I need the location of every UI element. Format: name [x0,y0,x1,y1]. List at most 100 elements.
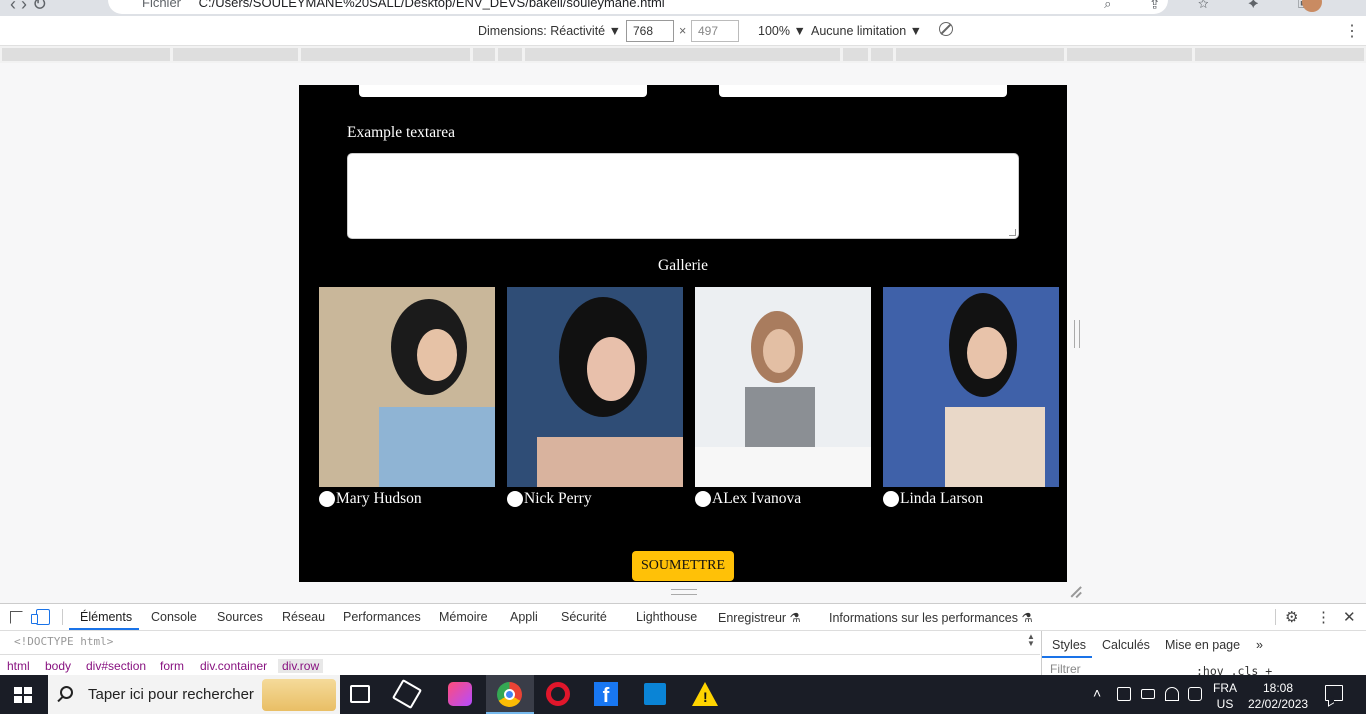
tab-recorder[interactable]: Enregistreur ⚗ [718,610,801,625]
breadcrumb-item[interactable]: div#section [86,659,146,673]
divider [62,609,63,625]
active-tab-indicator [1042,656,1092,658]
task-view-icon[interactable] [350,685,370,703]
tab-application[interactable]: Appli [510,610,538,624]
ruler-segment[interactable] [871,48,893,61]
settings-gear-icon[interactable]: ⚙ [1285,608,1298,626]
breadcrumb-item-current[interactable]: div.row [278,659,324,673]
clock-date: 22/02/2023 [1248,697,1309,711]
zoom-select[interactable]: 100% ▼ [758,24,806,38]
times-sign: × [679,24,687,38]
search-icon [60,686,73,699]
tab-computed[interactable]: Calculés [1102,638,1150,652]
lang-code: FRA [1213,681,1237,695]
more-options-icon[interactable]: ⋮ [1316,608,1331,626]
breadcrumb-item[interactable]: form [160,659,184,673]
gallery-radio[interactable] [883,491,899,507]
media-query-ruler[interactable] [0,46,1366,63]
gallery-title: Gallerie [658,257,708,274]
example-textarea[interactable] [347,153,1019,239]
input-language[interactable]: FRA US [1213,680,1237,712]
store-icon[interactable] [644,683,666,705]
ruler-segment[interactable] [896,48,1064,61]
gallery-card[interactable]: ALex Ivanova [695,287,871,511]
resize-handle-bottom[interactable] [671,589,697,595]
battery-icon[interactable] [1141,689,1155,699]
dimensions-select[interactable]: Dimensions: Réactivité ▼ [478,24,621,38]
breadcrumb-item[interactable]: div.container [200,659,267,673]
tab-console[interactable]: Console [151,610,197,624]
app-icon[interactable] [448,682,472,706]
facebook-icon[interactable]: f [594,682,618,707]
gallery-photo [507,287,683,487]
gallery-card[interactable]: Mary Hudson [319,287,495,511]
resize-handle-corner[interactable] [1070,586,1082,598]
ruler-segment[interactable] [1195,48,1364,61]
device-toolbar-icon[interactable] [31,609,50,625]
tab-styles[interactable]: Styles [1052,638,1086,652]
browser-toolbar: ‹ › ↻ Fichier C:/Users/SOULEYMANE%20SALL… [0,0,1366,16]
throttle-select[interactable]: Aucune limitation ▼ [811,24,922,38]
styles-filter-input[interactable]: Filtrer [1042,662,1186,676]
form-input[interactable] [359,85,647,97]
more-tabs-icon[interactable]: » [1256,638,1263,652]
scroll-arrows-icon[interactable]: ▲ ▼ [1027,633,1035,648]
clock[interactable]: 18:08 22/02/2023 [1248,680,1308,712]
gallery-photo [883,287,1059,487]
gallery-name: ALex Ivanova [712,490,802,507]
search-highlight-image [262,679,336,711]
show-hidden-icons-icon[interactable]: ˄ [1093,685,1101,701]
resize-handle-right[interactable] [1074,320,1080,348]
tab-layout[interactable]: Mise en page [1165,638,1240,652]
submit-button[interactable]: SOUMETTRE [632,551,734,581]
tab-sources[interactable]: Sources [217,610,263,624]
url-text[interactable]: Fichier C:/Users/SOULEYMANE%20SALL/Deskt… [142,0,665,10]
gallery-radio[interactable] [319,491,335,507]
gallery-card[interactable]: Linda Larson [883,287,1059,511]
ruler-segment[interactable] [301,48,470,61]
tab-performance[interactable]: Performances [343,610,421,624]
close-icon[interactable]: ✕ [1343,608,1356,626]
tab-elements[interactable]: Éléments [80,610,132,624]
chrome-icon[interactable] [497,682,522,707]
gallery-radio[interactable] [507,491,523,507]
ruler-segment[interactable] [843,48,868,61]
ruler-segment[interactable] [525,48,840,61]
url-path: C:/Users/SOULEYMANE%20SALL/Desktop/ENV_D… [198,0,665,10]
rotate-icon[interactable] [939,22,953,36]
styles-pane: Styles Calculés Mise en page » Filtrer :… [1041,631,1366,678]
tab-memory[interactable]: Mémoire [439,610,488,624]
breadcrumb-item[interactable]: body [45,659,71,673]
notifications-icon[interactable] [1325,685,1343,701]
doctype-line[interactable]: <!DOCTYPE html> [14,635,113,648]
device-icon[interactable] [1117,687,1131,701]
more-options-icon[interactable]: ⋮ [1344,21,1360,41]
tab-performance-insights[interactable]: Informations sur les performances ⚗ [829,610,1033,625]
form-input[interactable] [719,85,1007,97]
breadcrumb: html body div#section form div.container… [0,654,1040,676]
wifi-icon[interactable] [1165,687,1179,701]
opera-icon[interactable] [546,682,570,706]
dom-tree[interactable]: <!DOCTYPE html> ▲ ▼ html body div#section… [0,631,1040,676]
tab-network[interactable]: Réseau [282,610,325,624]
windows-start-icon[interactable] [14,687,32,703]
volume-icon[interactable] [1188,687,1202,701]
ruler-segment[interactable] [473,48,495,61]
breadcrumb-item[interactable]: html [7,659,30,673]
ruler-segment[interactable] [498,48,522,61]
virtualbox-icon[interactable] [391,678,423,710]
taskbar-search[interactable]: Taper ici pour rechercher [48,675,340,714]
toolbar-icons[interactable]: ⌕ ⇪ ☆ ✦ ▣ [1104,0,1326,12]
ruler-segment[interactable] [2,48,170,61]
height-input[interactable]: 497 [691,20,739,42]
ruler-segment[interactable] [173,48,298,61]
ruler-segment[interactable] [1067,48,1192,61]
gallery-name: Linda Larson [900,490,984,507]
tab-security[interactable]: Sécurité [561,610,607,624]
back-forward-reload-icons[interactable]: ‹ › ↻ [10,0,47,15]
gallery-card[interactable]: Nick Perry [507,287,683,511]
width-input[interactable]: 768 [626,20,674,42]
gallery-radio[interactable] [695,491,711,507]
inspect-element-icon[interactable] [10,611,23,624]
tab-lighthouse[interactable]: Lighthouse [636,610,697,624]
